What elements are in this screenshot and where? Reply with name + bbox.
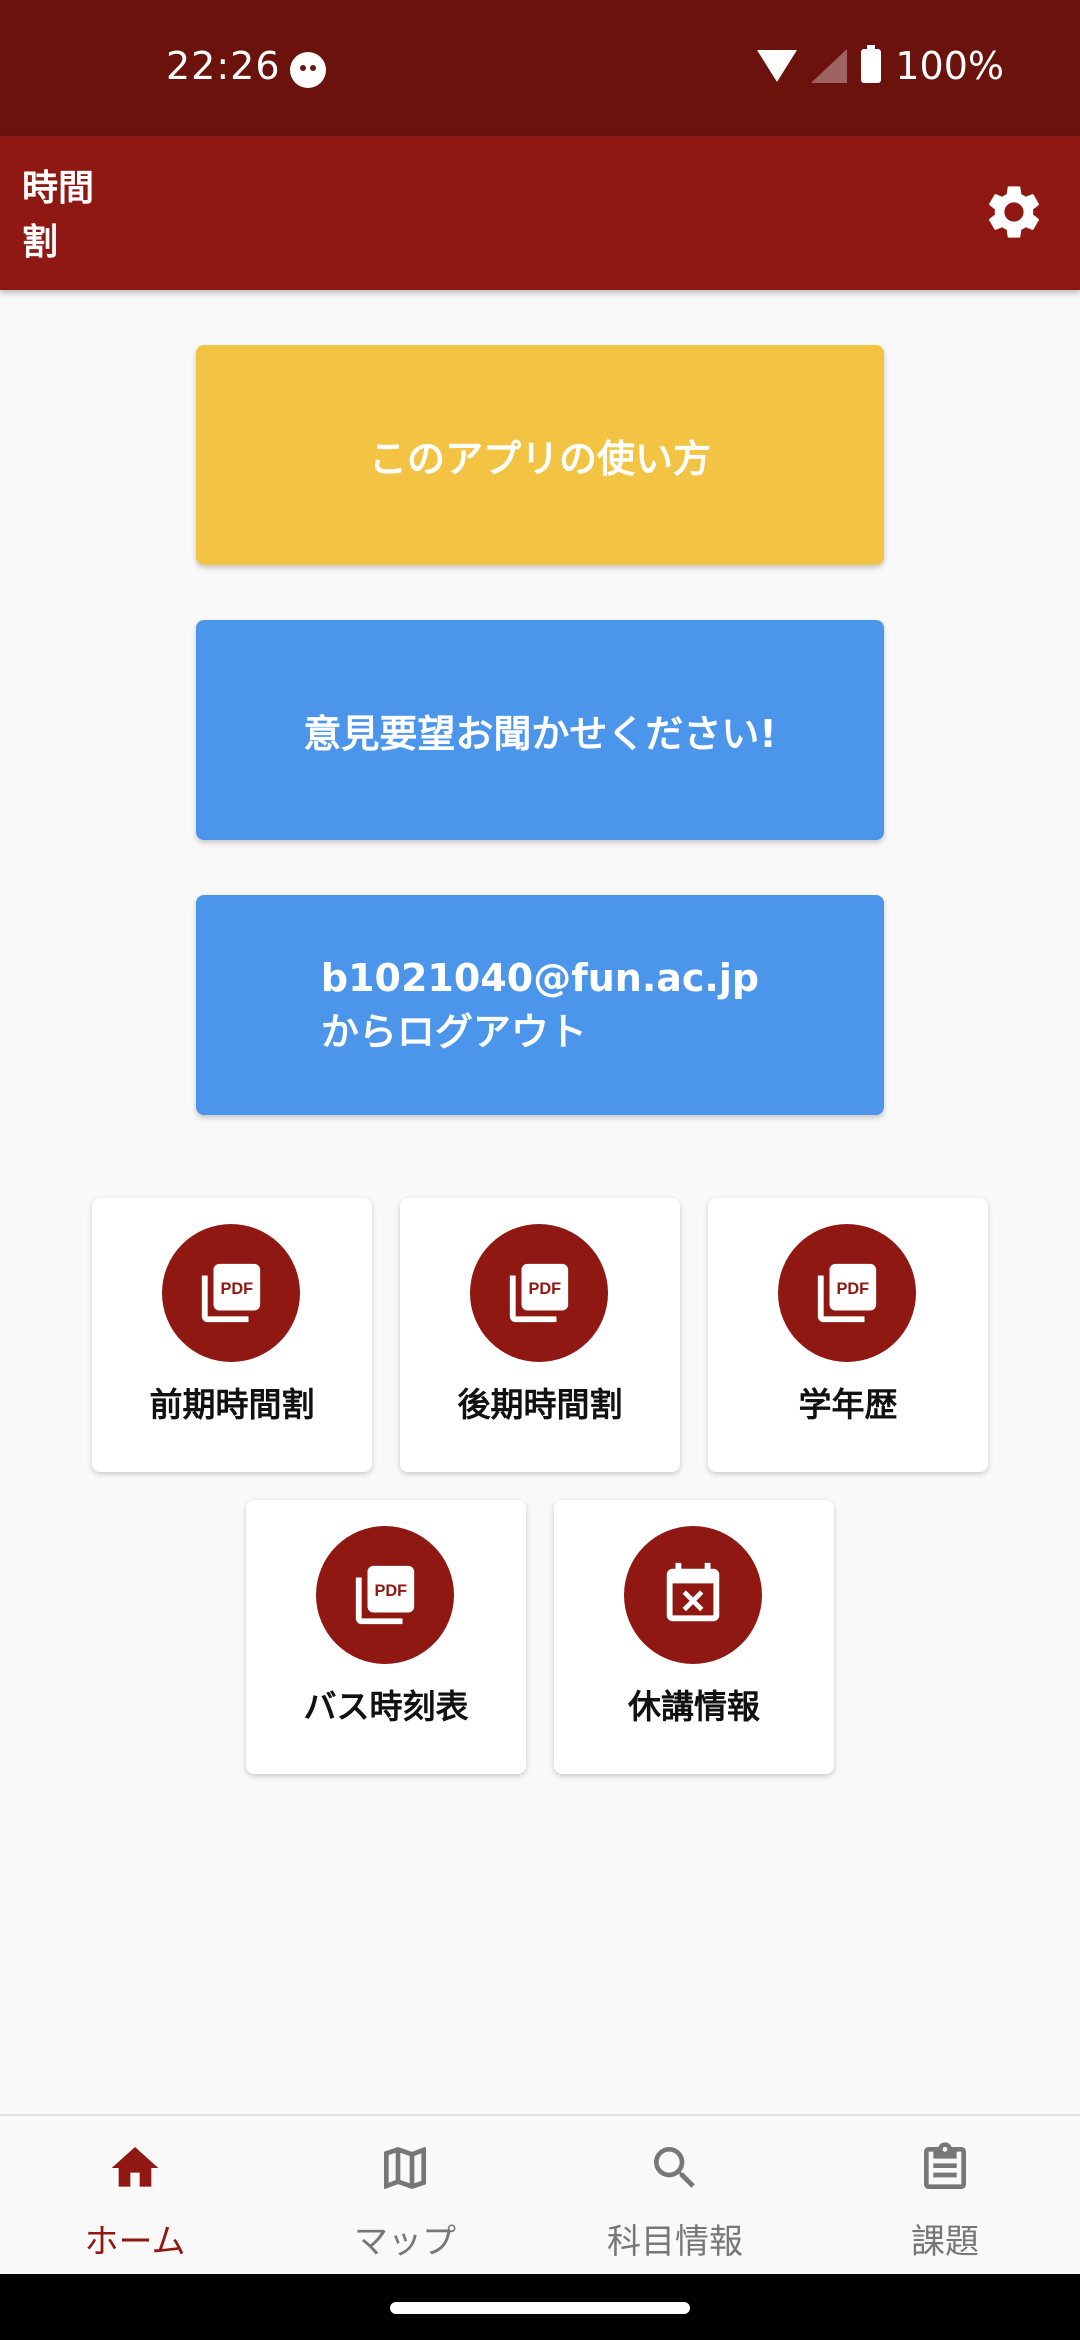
cell-signal-icon bbox=[811, 49, 848, 83]
logout-label: b1021040@fun.ac.jp からログアウト bbox=[321, 951, 759, 1059]
tile-label: 後期時間割 bbox=[457, 1385, 623, 1424]
search-icon bbox=[654, 2147, 695, 2188]
nav-item-map[interactable]: マップ bbox=[270, 2116, 540, 2276]
logout-button[interactable]: b1021040@fun.ac.jp からログアウト bbox=[196, 895, 884, 1115]
svg-text:PDF: PDF bbox=[374, 1582, 407, 1600]
svg-text:PDF: PDF bbox=[220, 1280, 253, 1298]
nav-item-course-info[interactable]: 科目情報 bbox=[540, 2116, 810, 2276]
pdf-icon: PDF bbox=[817, 1263, 877, 1323]
home-icon bbox=[111, 2147, 159, 2187]
home-gesture-handle[interactable] bbox=[390, 2302, 690, 2314]
feedback-label: 意見要望お聞かせください! bbox=[303, 711, 777, 756]
status-indicators: 100% bbox=[757, 44, 1004, 88]
svg-text:PDF: PDF bbox=[836, 1280, 869, 1298]
tile-bus-timetable[interactable]: PDF バス時刻表 bbox=[246, 1500, 526, 1774]
nav-item-assignments[interactable]: 課題 bbox=[810, 2116, 1080, 2276]
pdf-icon: PDF bbox=[355, 1565, 415, 1625]
tile-label: 前期時間割 bbox=[149, 1385, 315, 1424]
nav-item-home[interactable]: ホーム bbox=[0, 2116, 270, 2276]
battery-icon bbox=[861, 45, 882, 83]
map-icon bbox=[384, 2147, 426, 2189]
tile-label: バス時刻表 bbox=[303, 1687, 469, 1726]
pdf-icon: PDF bbox=[201, 1263, 261, 1323]
feedback-button[interactable]: 意見要望お聞かせください! bbox=[196, 620, 884, 840]
wifi-icon bbox=[757, 50, 798, 82]
pdf-icon: PDF bbox=[509, 1263, 569, 1323]
tile-first-semester-timetable[interactable]: PDF 前期時間割 bbox=[92, 1198, 372, 1472]
gesture-navigation-bar bbox=[0, 2274, 1080, 2340]
tile-second-semester-timetable[interactable]: PDF 後期時間割 bbox=[400, 1198, 680, 1472]
app-bar: 時間割 bbox=[0, 136, 1080, 290]
nav-label: 課題 bbox=[911, 2222, 979, 2262]
nav-label: ホーム bbox=[84, 2222, 186, 2262]
bottom-navigation: ホーム マップ 科目情報 課題 bbox=[0, 2114, 1080, 2274]
status-bar: 22:26 100% bbox=[0, 0, 1080, 136]
tile-label: 休講情報 bbox=[628, 1687, 760, 1726]
app-guide-label: このアプリの使い方 bbox=[368, 436, 711, 481]
svg-text:PDF: PDF bbox=[528, 1280, 561, 1298]
nav-label: 科目情報 bbox=[607, 2222, 743, 2262]
logout-email: b1021040@fun.ac.jp bbox=[320, 956, 760, 1000]
gear-icon bbox=[989, 186, 1039, 238]
page-title: 時間割 bbox=[22, 168, 95, 263]
nav-label: マップ bbox=[354, 2222, 456, 2262]
logout-suffix: からログアウト bbox=[320, 1010, 587, 1054]
settings-button[interactable] bbox=[982, 180, 1046, 244]
calendar-cancel-icon bbox=[666, 1562, 720, 1622]
status-time: 22:26 bbox=[166, 44, 281, 88]
tile-class-cancellation[interactable]: 休講情報 bbox=[554, 1500, 834, 1774]
notification-cat-icon bbox=[290, 52, 326, 88]
clipboard-icon bbox=[924, 2142, 966, 2189]
app-guide-button[interactable]: このアプリの使い方 bbox=[196, 345, 884, 565]
battery-percent: 100% bbox=[895, 44, 1004, 88]
tile-academic-calendar[interactable]: PDF 学年歴 bbox=[708, 1198, 988, 1472]
tile-label: 学年歴 bbox=[798, 1385, 898, 1424]
